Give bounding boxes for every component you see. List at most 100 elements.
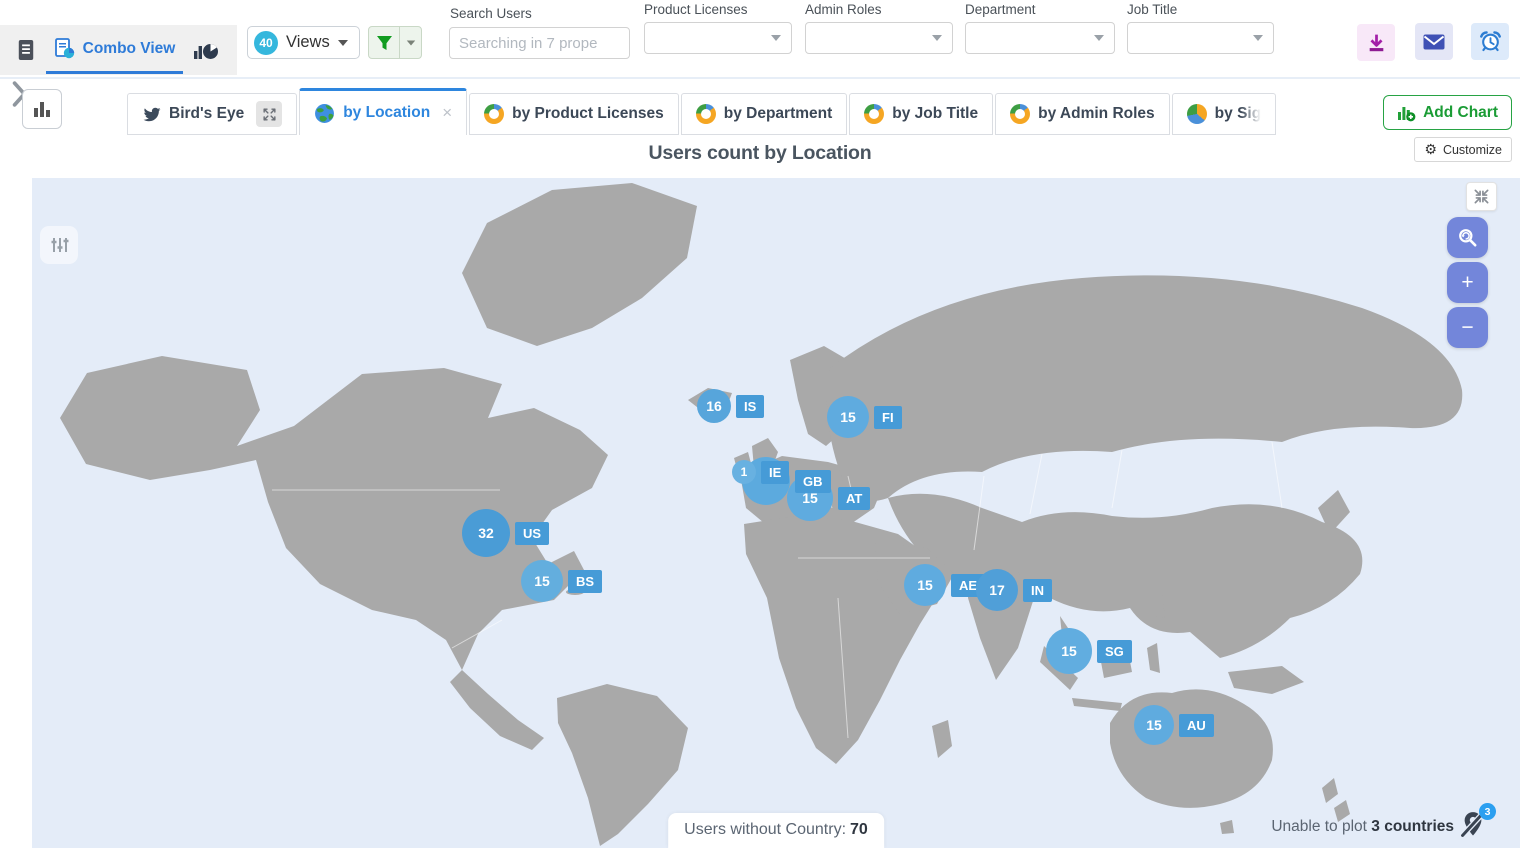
map-zoom-reset-button[interactable] bbox=[1447, 217, 1488, 258]
marker-count-bubble[interactable]: 1 bbox=[732, 460, 756, 484]
chart-list-button[interactable] bbox=[22, 89, 62, 129]
marker-count-bubble[interactable]: 15 bbox=[827, 396, 869, 438]
collapse-arrows-icon bbox=[1473, 188, 1490, 205]
tab-by-product-licenses[interactable]: by Product Licenses bbox=[469, 93, 679, 135]
marker-count: 17 bbox=[989, 582, 1005, 598]
marker-count: 15 bbox=[1146, 717, 1162, 733]
tab-by-department[interactable]: by Department bbox=[681, 93, 848, 135]
expand-tab-button[interactable] bbox=[256, 101, 282, 127]
marker-country-code: FI bbox=[874, 406, 902, 429]
filter-group-product-licenses: Product Licenses bbox=[644, 2, 792, 54]
marker-country-code: AT bbox=[838, 487, 870, 510]
filter-dropdown-admin-roles[interactable] bbox=[805, 22, 953, 54]
unplottable-countries-indicator[interactable]: 3 bbox=[1458, 809, 1492, 843]
chevron-down-icon bbox=[1253, 35, 1263, 41]
views-count-badge: 40 bbox=[254, 31, 278, 55]
marker-count-bubble[interactable]: 15 bbox=[521, 560, 563, 602]
export-download-button[interactable] bbox=[1357, 24, 1395, 61]
marker-count-bubble[interactable]: 16 bbox=[697, 389, 731, 423]
expand-icon bbox=[262, 107, 277, 122]
marker-country-code: IS bbox=[736, 395, 764, 418]
tab-by-admin-roles[interactable]: by Admin Roles bbox=[995, 93, 1170, 135]
tab-label: by Sig bbox=[1215, 105, 1262, 123]
marker-country-code: BS bbox=[568, 570, 602, 593]
marker-count-bubble[interactable]: 15 bbox=[1046, 628, 1092, 674]
filter-button[interactable] bbox=[369, 27, 400, 58]
marker-count: 32 bbox=[478, 525, 494, 541]
download-icon bbox=[1366, 32, 1387, 53]
filter-label: Admin Roles bbox=[805, 2, 953, 17]
users-without-country-value: 70 bbox=[850, 821, 868, 838]
chevron-down-icon bbox=[1094, 35, 1104, 41]
donut-chart-icon bbox=[1010, 104, 1030, 124]
marker-count-bubble[interactable]: 32 bbox=[462, 509, 510, 557]
app-window: Combo View 40 Views Search Users Product… bbox=[0, 0, 1520, 855]
tab-label: by Location bbox=[343, 104, 430, 122]
marker-count-bubble[interactable]: 15 bbox=[1134, 705, 1174, 745]
marker-count: 15 bbox=[534, 573, 550, 589]
marker-country-code: SG bbox=[1097, 640, 1132, 663]
zoom-reset-icon bbox=[1457, 227, 1478, 248]
donut-chart-icon bbox=[696, 104, 716, 124]
gear-icon: ⚙ bbox=[1424, 143, 1437, 157]
charts-view-button[interactable] bbox=[190, 36, 222, 64]
filter-options-button[interactable] bbox=[400, 27, 421, 58]
close-icon[interactable]: × bbox=[442, 103, 452, 123]
filter-group-job-title: Job Title bbox=[1127, 2, 1274, 54]
users-without-country-label: Users without Country: bbox=[684, 821, 846, 838]
tab-label: Bird's Eye bbox=[169, 105, 244, 123]
marker-country-code: GB bbox=[795, 470, 831, 493]
tab-by-job-title[interactable]: by Job Title bbox=[849, 93, 993, 135]
map-zoom-out-button[interactable]: − bbox=[1447, 307, 1488, 348]
marker-count-bubble[interactable]: 15 bbox=[904, 564, 946, 606]
tab-by-sig[interactable]: by Sig bbox=[1172, 93, 1277, 135]
marker-count: 1 bbox=[741, 465, 748, 479]
tabs-strip: Bird's Eye by Location × by Product Lice… bbox=[127, 88, 1278, 135]
world-map-chart[interactable]: 16 IS 15 FI 15 AT GB 1 IE bbox=[32, 178, 1520, 848]
views-dropdown-button[interactable]: 40 Views bbox=[247, 26, 360, 59]
customize-label: Customize bbox=[1443, 143, 1502, 157]
chevron-down-icon bbox=[771, 35, 781, 41]
unplottable-count-badge: 3 bbox=[1479, 803, 1496, 820]
world-map-land bbox=[32, 178, 1520, 848]
add-chart-label: Add Chart bbox=[1423, 104, 1498, 122]
pie-chart-icon bbox=[1187, 104, 1207, 124]
filter-dropdown-department[interactable] bbox=[965, 22, 1115, 54]
marker-country-code: US bbox=[515, 522, 549, 545]
top-toolbar: Combo View 40 Views Search Users Product… bbox=[0, 0, 1520, 79]
bird-icon bbox=[142, 105, 161, 124]
marker-country-code: AU bbox=[1179, 714, 1214, 737]
map-settings-button[interactable] bbox=[40, 226, 78, 264]
active-view-underline bbox=[46, 71, 183, 74]
document-icon bbox=[16, 38, 36, 62]
donut-chart-icon bbox=[864, 104, 884, 124]
unable-to-plot-prefix: Unable to plot bbox=[1271, 818, 1367, 835]
add-chart-button[interactable]: Add Chart bbox=[1383, 95, 1512, 130]
views-label: Views bbox=[286, 33, 330, 52]
filter-label: Department bbox=[965, 2, 1115, 17]
tab-by-location[interactable]: by Location × bbox=[299, 88, 467, 135]
filter-label: Job Title bbox=[1127, 2, 1274, 17]
map-collapse-button[interactable] bbox=[1466, 182, 1497, 211]
filter-dropdown-product-licenses[interactable] bbox=[644, 22, 792, 54]
map-zoom-in-button[interactable]: + bbox=[1447, 262, 1488, 303]
tab-combo-view[interactable]: Combo View bbox=[46, 25, 183, 72]
chevron-down-icon bbox=[932, 35, 942, 41]
chart-title: Users count by Location bbox=[0, 142, 1520, 165]
tab-bird-s-eye[interactable]: Bird's Eye bbox=[127, 93, 297, 135]
list-view-button[interactable] bbox=[12, 36, 40, 64]
email-button[interactable] bbox=[1415, 23, 1453, 60]
users-without-country-box: Users without Country:70 bbox=[668, 813, 884, 848]
bar-chart-icon bbox=[32, 99, 52, 119]
combo-view-label: Combo View bbox=[83, 40, 176, 58]
filter-split-button bbox=[368, 26, 422, 59]
filter-funnel-icon bbox=[376, 35, 393, 51]
sliders-icon bbox=[49, 235, 69, 255]
filter-dropdown-job-title[interactable] bbox=[1127, 22, 1274, 54]
chart-tabs-row: Bird's Eye by Location × by Product Lice… bbox=[0, 81, 1520, 135]
customize-button[interactable]: ⚙ Customize bbox=[1414, 137, 1512, 162]
minus-icon: − bbox=[1461, 317, 1473, 338]
schedule-alert-button[interactable] bbox=[1471, 23, 1509, 60]
search-users-input[interactable] bbox=[449, 27, 630, 59]
marker-count-bubble[interactable]: 17 bbox=[976, 569, 1018, 611]
